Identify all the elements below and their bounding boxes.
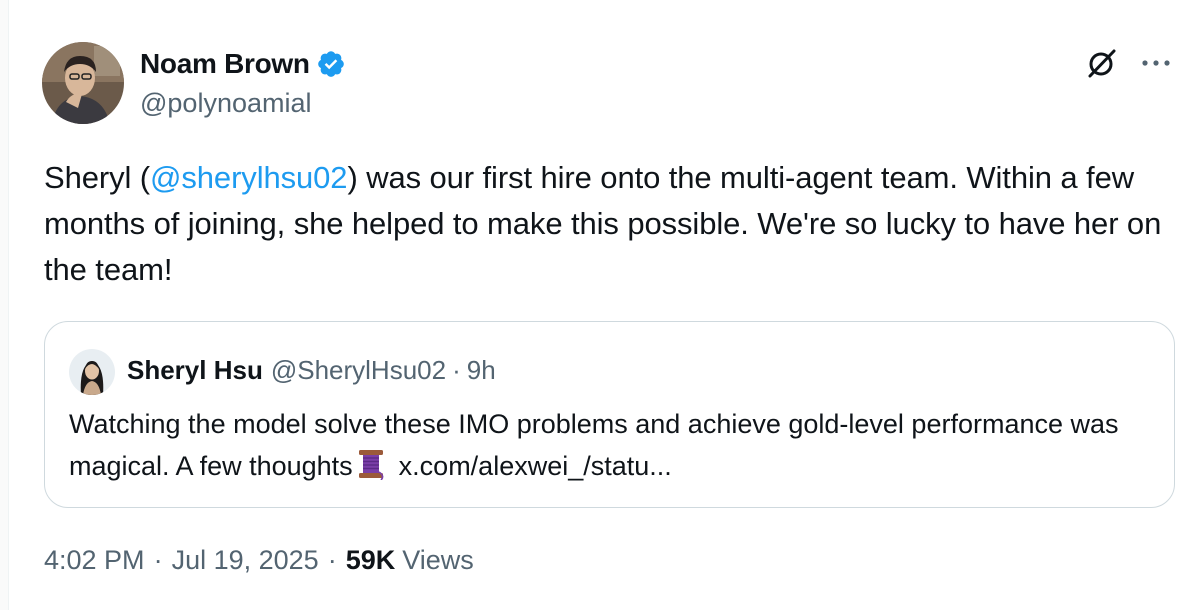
post-meta: 4:02 PM · Jul 19, 2025 · 59K Views bbox=[44, 545, 474, 576]
quote-author-avatar[interactable] bbox=[69, 349, 115, 395]
more-options-icon[interactable] bbox=[1139, 56, 1173, 70]
left-frame-edge bbox=[0, 0, 9, 610]
quote-separator: · bbox=[452, 355, 461, 385]
post-time[interactable]: 4:02 PM bbox=[44, 545, 145, 576]
verified-badge-icon bbox=[317, 51, 344, 77]
person-photo-icon bbox=[42, 42, 124, 124]
quote-text: Watching the model solve these IMO probl… bbox=[69, 403, 1129, 487]
mention-link[interactable]: @sherylhsu02 bbox=[150, 160, 348, 195]
thread-spool-icon bbox=[358, 450, 384, 480]
quote-link[interactable]: x.com/alexwei_/statu... bbox=[399, 451, 672, 481]
grok-icon[interactable] bbox=[1085, 46, 1119, 80]
post-text: Sheryl (@sherylhsu02) was our first hire… bbox=[44, 155, 1184, 293]
person-photo-icon bbox=[69, 349, 115, 395]
quote-author-handle[interactable]: @SherylHsu02 bbox=[271, 355, 446, 386]
post-text-before: Sheryl ( bbox=[44, 160, 151, 195]
author-name-row: Noam Brown bbox=[140, 48, 346, 80]
author-handle[interactable]: @polynoamial bbox=[140, 88, 312, 119]
post-date[interactable]: Jul 19, 2025 bbox=[172, 545, 319, 576]
meta-separator: · bbox=[153, 545, 163, 575]
quoted-post-card[interactable]: Sheryl Hsu @SherylHsu02 · 9h Watching th… bbox=[44, 321, 1175, 508]
quote-author-name[interactable]: Sheryl Hsu bbox=[127, 355, 263, 386]
meta-separator: · bbox=[327, 545, 337, 575]
views-label: Views bbox=[402, 545, 474, 575]
quote-timestamp[interactable]: 9h bbox=[467, 355, 496, 386]
author-avatar[interactable] bbox=[42, 42, 124, 124]
author-name[interactable]: Noam Brown bbox=[140, 48, 310, 80]
views-count[interactable]: 59K bbox=[346, 545, 396, 576]
quote-header: Sheryl Hsu @SherylHsu02 · 9h bbox=[127, 355, 496, 386]
